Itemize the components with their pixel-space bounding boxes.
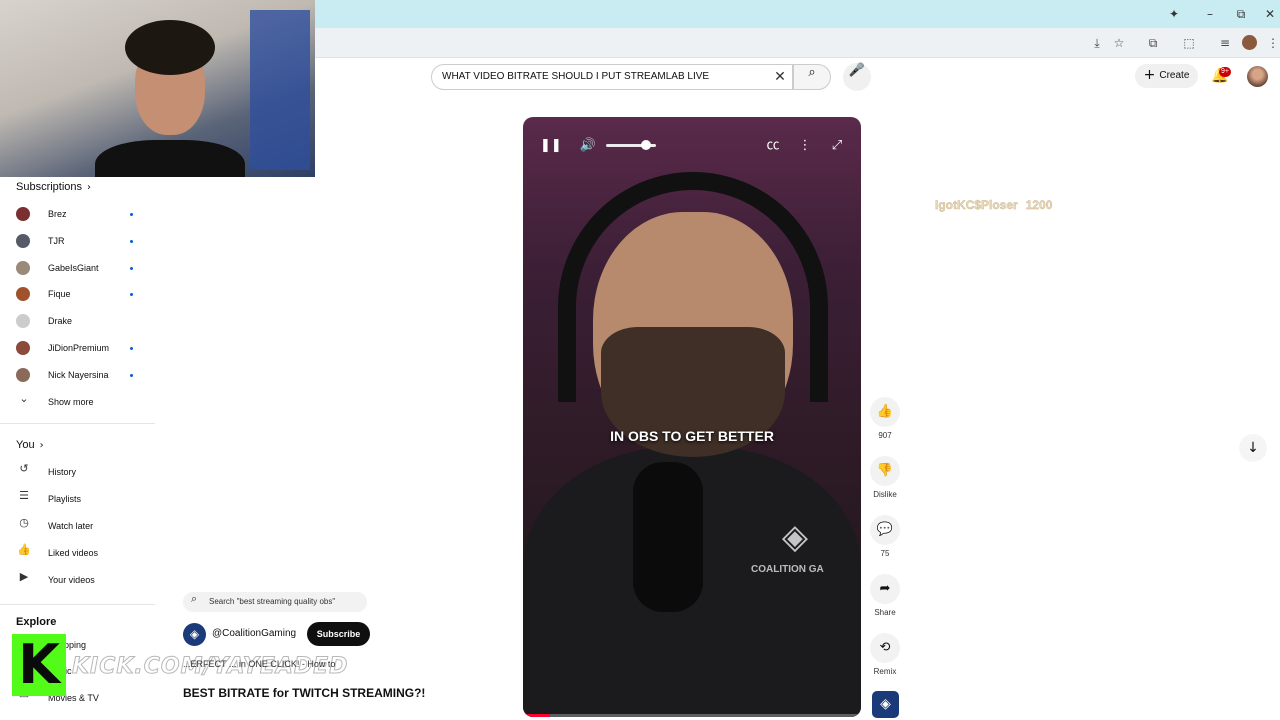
browser-profile-avatar[interactable] [1242,35,1257,50]
video-progress-fill [523,714,551,717]
stream-donation-alert: IgotKC$Ploser 1200 [935,198,1053,212]
sidebar-subscription-brez[interactable]: Brez [16,204,140,224]
channel-avatar [16,314,30,328]
search-input[interactable]: WHAT VIDEO BITRATE SHOULD I PUT STREAMLA… [431,64,793,90]
subscribe-button[interactable]: Subscribe [307,622,370,646]
new-content-dot [130,347,133,350]
account-avatar[interactable] [1247,66,1268,87]
restore-button[interactable]: ⧉ [1230,4,1252,24]
video-progress-bar[interactable] [523,714,861,717]
share-button[interactable]: ➦ Share [867,574,903,617]
chevron-right-icon: › [87,182,92,193]
coalition-logo-mark: ◈ [781,517,809,557]
bookmark-star-icon[interactable]: ☆ [1110,34,1128,52]
you-heading[interactable]: You › [16,439,44,451]
notifications-badge: 9+ [1219,67,1231,77]
more-options-icon[interactable]: ⋮ [795,136,815,156]
sidebar-subscription-drake[interactable]: Drake [16,311,140,331]
next-short-arrow-icon[interactable]: ↓ [1239,434,1267,462]
channel-avatar [16,261,30,275]
volume-slider-handle[interactable] [641,140,651,150]
sidebar-divider [0,604,155,605]
channel-avatar [16,207,30,221]
channel-avatar [16,341,30,355]
sidebar-subscription-nick-nayersina[interactable]: Nick Nayersina [16,365,140,385]
kick-logo: K [12,634,66,696]
sidebar-subscription-tjr[interactable]: TJR [16,231,140,251]
sidebar-subscription-jidionpremium[interactable]: JiDionPremium [16,338,140,358]
sidebar-subscription-fique[interactable]: Fique [16,284,140,304]
channel-avatar [16,287,30,301]
closed-captions-icon[interactable]: ㏄ [763,136,783,156]
shorts-video-player[interactable]: ◈ COALITION GA IN OBS TO GET BETTER ❚❚ 🔊… [523,117,861,717]
video-caption: IN OBS TO GET BETTER [610,428,774,444]
sidebar-item-liked-videos[interactable]: 👍 Liked videos [16,543,146,563]
sidebar-item-history[interactable]: ↺ History [16,462,146,482]
search-button[interactable]: ⌕ [793,64,831,90]
sidebar-item-watch-later[interactable]: ◷ Watch later [16,516,146,536]
channel-handle[interactable]: @CoalitionGaming [212,628,296,639]
playlists-icon: ☰ [19,489,29,502]
new-content-dot [130,267,133,270]
plus-icon: + [1143,67,1156,83]
channel-avatar [16,234,30,248]
minimize-button[interactable]: – [1199,4,1221,24]
thumbs-down-icon: 👎 [870,456,900,486]
volume-icon[interactable]: 🔊 [578,136,598,156]
video-icon: ▶ [19,570,29,583]
search-icon: ⌕ [808,65,816,80]
history-icon: ↺ [19,462,29,475]
related-search-chip[interactable]: ⌕ Search "best streaming quality obs" [183,592,367,612]
sidebar-subscription-gabeisgiant[interactable]: GabeIsGiant [16,258,140,278]
thumbs-up-icon: 👍 [870,397,900,427]
share-arrow-icon: ➦ [870,574,900,604]
short-description: ...ERFECT ... in ONE CLICK! - How to [183,659,336,669]
new-content-dot [130,240,133,243]
chevron-right-icon: › [39,440,44,451]
extensions-icon[interactable]: ⧉ [1144,34,1162,52]
subscriptions-heading[interactable]: Subscriptions › [16,181,91,193]
chevron-down-icon: ⌄ [19,392,29,405]
dislike-button[interactable]: 👎 Dislike [867,456,903,499]
webcam-overlay [0,0,315,177]
comment-icon: 💬 [870,515,900,545]
sidebar-item-your-videos[interactable]: ▶ Your videos [16,570,146,590]
thumbs-up-icon: 👍 [17,543,31,556]
new-content-dot [130,374,133,377]
reading-list-icon[interactable]: ≡ [1216,34,1234,52]
short-title[interactable]: BEST BITRATE for TWITCH STREAMING?! [183,686,425,700]
split-view-icon[interactable]: ⬚ [1180,34,1198,52]
close-window-button[interactable]: ✕ [1259,4,1280,24]
browser-menu-icon[interactable]: ⋮ [1264,34,1280,52]
fullscreen-icon[interactable]: ⤢ [827,136,847,156]
clock-icon: ◷ [19,516,29,529]
clear-search-icon[interactable]: ✕ [770,67,790,87]
install-app-icon[interactable]: ⤓ [1088,34,1106,52]
new-content-dot [130,293,133,296]
remix-icon: ⟲ [870,633,900,663]
channel-avatar [16,368,30,382]
channel-thumbnail[interactable]: ◈ [872,691,899,718]
voice-search-button[interactable]: 🎤 [843,63,871,91]
explore-heading: Explore [16,616,57,628]
pause-icon[interactable]: ❚❚ [540,136,562,156]
create-button[interactable]: + Create [1135,64,1198,88]
channel-logo-avatar[interactable]: ◈ [183,623,206,646]
remix-button[interactable]: ⟲ Remix [867,633,903,676]
sparkle-icon[interactable]: ✦ [1163,4,1185,24]
sidebar-item-playlists[interactable]: ☰ Playlists [16,489,146,509]
like-button[interactable]: 👍 907 [867,397,903,440]
comments-button[interactable]: 💬 75 [867,515,903,558]
microphone-icon: 🎤 [848,63,866,78]
coalition-watermark: COALITION GA [751,564,824,575]
search-icon: ⌕ [191,592,198,605]
sidebar-divider [0,423,155,424]
new-content-dot [130,213,133,216]
sidebar-show-more[interactable]: ⌄ Show more [16,392,146,412]
